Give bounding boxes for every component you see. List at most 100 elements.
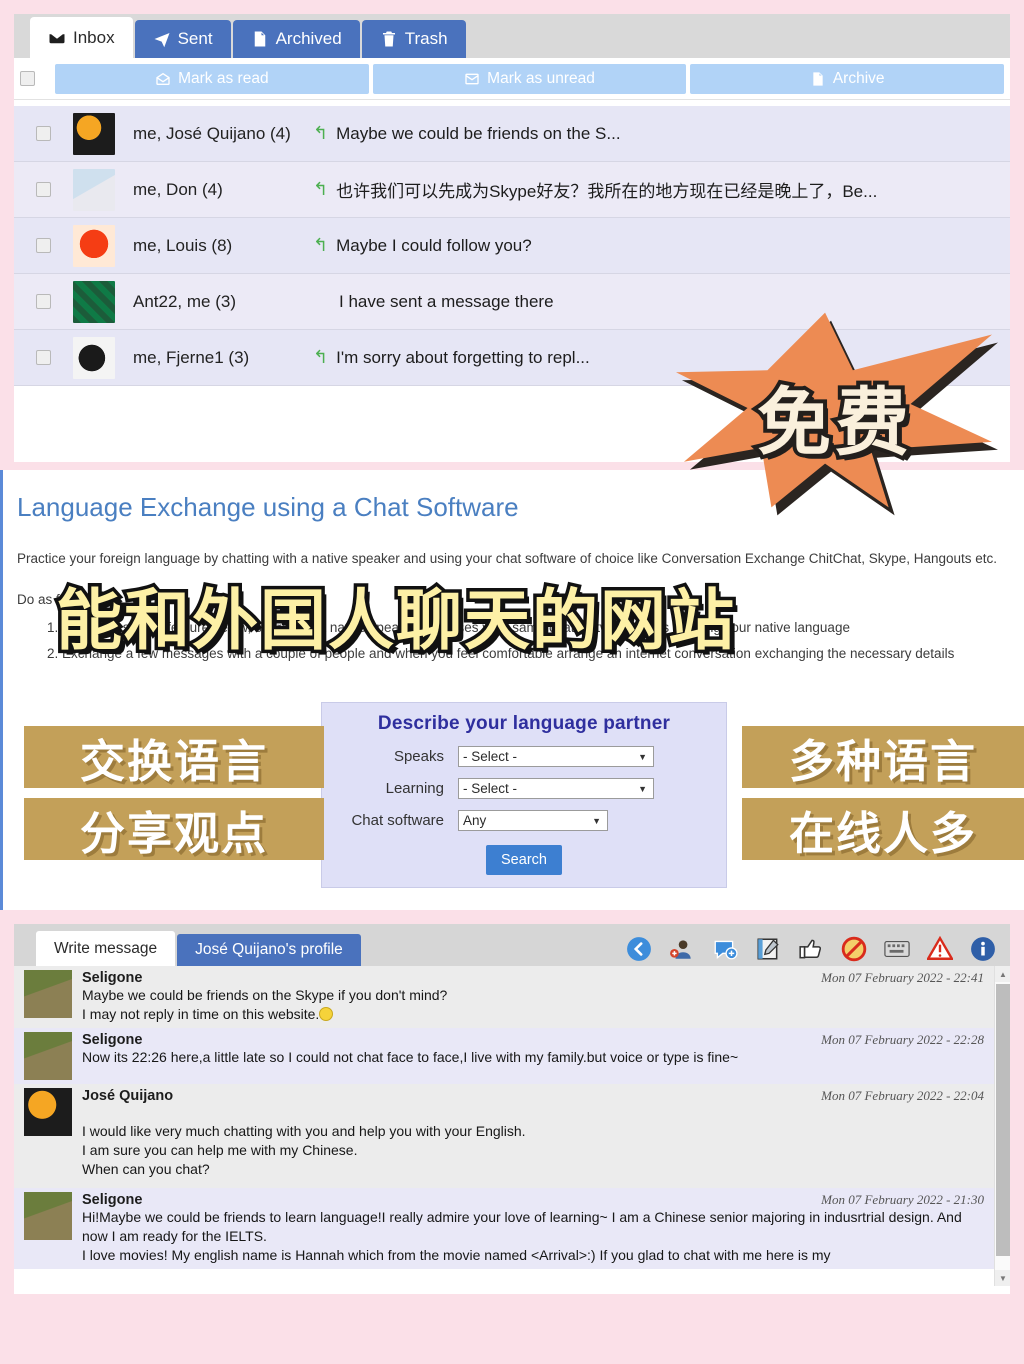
paper-plane-icon	[153, 30, 171, 48]
chevron-down-icon: ▼	[638, 751, 647, 762]
message-line: When can you chat?	[82, 1160, 210, 1177]
chat-software-select[interactable]: Any ▼	[458, 810, 608, 831]
tab-inbox[interactable]: Inbox	[30, 17, 133, 58]
bulk-label: Archive	[832, 69, 885, 87]
overlay-left-top: 交换语言	[24, 726, 324, 788]
tab-trash[interactable]: Trash	[361, 20, 466, 58]
avatar	[24, 1192, 72, 1241]
envelope-closed-icon	[465, 73, 479, 84]
row-preview: ↰ Maybe we could be friends on the S...	[313, 123, 621, 144]
row-participants: me, Fjerne1 (3)	[133, 347, 250, 367]
select-all-checkbox[interactable]	[20, 71, 35, 86]
tab-label: Archived	[275, 29, 342, 48]
tab-label: Inbox	[73, 27, 115, 47]
learning-label: Learning	[385, 780, 444, 797]
message-timestamp: Mon 07 February 2022 - 22:04	[821, 1087, 984, 1103]
tab-sent[interactable]: Sent	[134, 20, 231, 58]
conversation-panel: Write message José Quijano's profile Sel…	[14, 924, 1010, 1294]
row-preview-text: I have sent a message there	[339, 291, 554, 311]
tab-write-message[interactable]: Write message	[36, 931, 176, 966]
scroll-up-arrow-icon[interactable]: ▲	[995, 966, 1010, 982]
conversation-toolbar	[626, 936, 996, 962]
row-preview: I have sent a message there	[313, 292, 554, 312]
chat-message: Seligone Mon 07 February 2022 - 22:41 Ma…	[14, 966, 1010, 1028]
avatar	[24, 1031, 72, 1080]
avatar	[73, 112, 115, 155]
speaks-value: - Select -	[463, 749, 518, 764]
scrollbar[interactable]: ▲ ▼	[994, 966, 1010, 1286]
add-friend-icon[interactable]	[669, 936, 695, 962]
reply-arrow-icon: ↰	[313, 235, 329, 255]
row-preview-text: 也许我们可以先成为Skype好友？我所在的地方现在已经是晚上了，Be...	[336, 182, 878, 201]
form-title: Describe your language partner	[377, 713, 671, 734]
chevron-down-icon: ▼	[638, 783, 647, 794]
archive-file-icon	[251, 30, 269, 48]
new-chat-icon[interactable]	[712, 936, 738, 962]
page-root: Inbox Sent Archived Trash Mark as read M…	[0, 0, 1024, 1364]
trash-icon	[380, 30, 398, 48]
starburst-text: 免费	[753, 376, 913, 470]
archive-file-icon	[813, 71, 823, 86]
avatar	[24, 970, 72, 1018]
keyboard-icon[interactable]	[884, 936, 910, 962]
notepad-edit-icon[interactable]	[755, 936, 781, 962]
conversation-tabs: Write message José Quijano's profile	[14, 924, 1010, 966]
info-icon[interactable]	[970, 936, 996, 962]
message-line: I love movies! My english name is Hannah…	[82, 1247, 831, 1264]
row-checkbox[interactable]	[36, 350, 51, 365]
reply-arrow-icon: ↰	[313, 123, 329, 143]
row-checkbox[interactable]	[36, 294, 51, 309]
chat-software-label: Chat software	[351, 812, 444, 829]
message-line: Hi!Maybe we could be friends to learn la…	[82, 1209, 962, 1245]
message-thread: Seligone Mon 07 February 2022 - 22:41 Ma…	[14, 966, 1010, 1294]
row-participants: Ant22, me (3)	[133, 291, 236, 311]
row-preview-text: Maybe I could follow you?	[336, 235, 532, 255]
bulk-label: Mark as read	[178, 69, 269, 87]
form-row-learning: Learning - Select - ▼	[322, 778, 726, 799]
tab-profile[interactable]: José Quijano's profile	[177, 934, 361, 966]
avatar	[73, 224, 115, 267]
mark-as-read-button[interactable]: Mark as read	[55, 63, 369, 94]
search-button[interactable]: Search	[486, 845, 562, 875]
message-timestamp: Mon 07 February 2022 - 21:30	[821, 1192, 984, 1208]
table-row[interactable]: me, Don (4) ↰ 也许我们可以先成为Skype好友？我所在的地方现在已…	[14, 162, 1010, 218]
message-line: I would like very much chatting with you…	[82, 1122, 526, 1139]
table-row[interactable]: me, José Quijano (4) ↰ Maybe we could be…	[14, 106, 1010, 162]
inbox-icon	[48, 29, 66, 47]
tab-label: Trash	[404, 29, 448, 48]
row-participants: me, Don (4)	[133, 179, 223, 199]
row-checkbox[interactable]	[36, 126, 51, 141]
row-preview: ↰ I'm sorry about forgetting to repl...	[313, 347, 590, 368]
row-preview: ↰ Maybe I could follow you?	[313, 235, 532, 256]
tab-archived[interactable]: Archived	[232, 20, 360, 58]
form-row-speaks: Speaks - Select - ▼	[322, 746, 726, 767]
mark-as-unread-button[interactable]: Mark as unread	[372, 63, 687, 94]
avatar	[73, 168, 115, 211]
tab-label: Sent	[177, 29, 213, 48]
row-participants: me, José Quijano (4)	[133, 123, 291, 143]
message-line: I am sure you can help me with my Chines…	[82, 1141, 358, 1158]
block-user-icon[interactable]	[841, 936, 867, 962]
smiley-emoji-icon	[319, 1006, 334, 1021]
message-line: Maybe we could be friends on the Skype i…	[82, 987, 448, 1003]
scrollbar-thumb[interactable]	[996, 984, 1010, 1256]
learning-select[interactable]: - Select - ▼	[458, 778, 654, 799]
overlay-right-top: 多种语言	[742, 726, 1024, 788]
speaks-select[interactable]: - Select - ▼	[458, 746, 654, 767]
chat-message: Seligone Mon 07 February 2022 - 21:30 Hi…	[14, 1188, 1010, 1270]
avatar	[73, 336, 115, 379]
form-row-chat-software: Chat software Any ▼	[322, 810, 726, 831]
reply-arrow-icon: ↰	[313, 179, 329, 199]
row-checkbox[interactable]	[36, 238, 51, 253]
scroll-down-arrow-icon[interactable]: ▼	[995, 1270, 1010, 1286]
message-timestamp: Mon 07 February 2022 - 22:41	[821, 970, 984, 985]
table-row[interactable]: me, Louis (8) ↰ Maybe I could follow you…	[14, 218, 1010, 274]
thumbs-up-icon[interactable]	[798, 936, 824, 962]
report-warning-icon[interactable]	[927, 936, 953, 962]
speaks-label: Speaks	[393, 748, 444, 765]
chat-message: Seligone Mon 07 February 2022 - 22:28 No…	[14, 1027, 1010, 1084]
archive-button[interactable]: Archive	[690, 63, 1005, 94]
avatar	[24, 1087, 72, 1136]
row-checkbox[interactable]	[36, 182, 51, 197]
back-arrow-icon[interactable]	[626, 936, 652, 962]
